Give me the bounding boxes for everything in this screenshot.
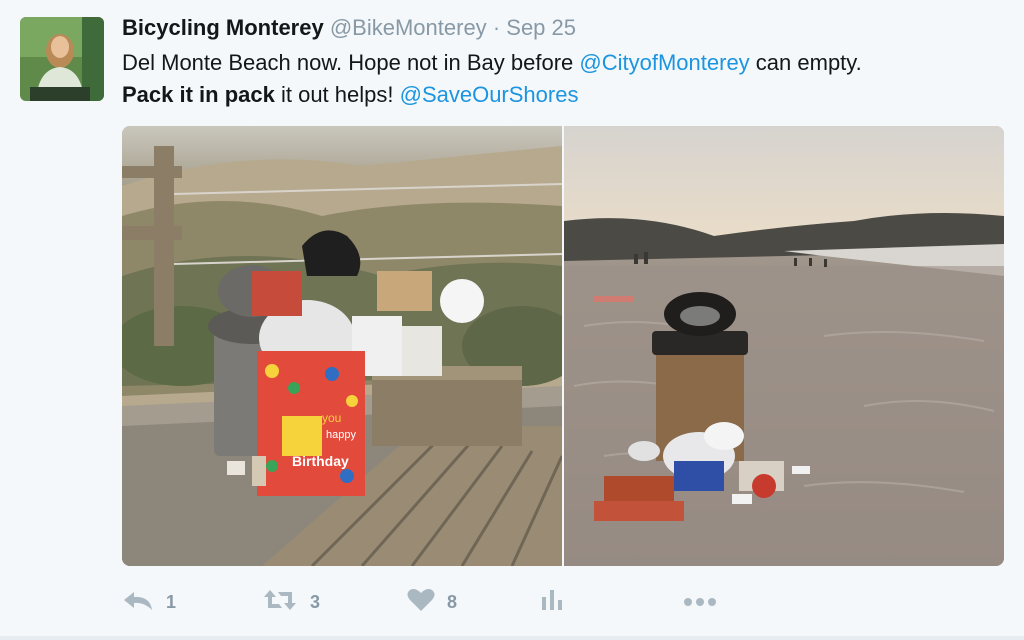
tweet-bold-text: Pack it in pack (122, 82, 275, 107)
heart-icon (407, 588, 435, 617)
like-count: 8 (447, 591, 458, 612)
reply-count: 1 (166, 591, 177, 612)
photo-1-image: you happy Birthday (122, 126, 562, 566)
author-handle[interactable]: @BikeMonterey (330, 15, 487, 40)
reply-icon (122, 588, 154, 617)
retweet-icon (262, 588, 298, 617)
photo-trash-can-beach[interactable] (564, 126, 1004, 566)
author-name[interactable]: Bicycling Monterey (122, 15, 324, 40)
tweet-line-1: Del Monte Beach now. Hope not in Bay bef… (122, 47, 1002, 79)
bag-text-you: you (322, 411, 341, 425)
avatar[interactable] (20, 17, 104, 101)
tweet-text-segment: it out helps! (274, 82, 400, 107)
bag-text-happy: happy (326, 429, 356, 441)
tweet-text-segment: can empty. (749, 50, 862, 75)
tweet-header: Bicycling Monterey @BikeMonterey · Sep 2… (122, 14, 576, 42)
bar-chart-icon (540, 588, 564, 617)
like-button[interactable]: 8 (407, 584, 457, 620)
mention-link[interactable]: @SaveOurShores (400, 82, 579, 107)
retweet-count: 3 (310, 591, 321, 612)
photo-trash-can-boardwalk[interactable]: you happy Birthday (122, 126, 562, 566)
reply-button[interactable]: 1 (122, 584, 176, 620)
separator-dot: · (492, 15, 501, 40)
photo-2-image (564, 126, 1004, 566)
tweet-actions: 1 3 8 (122, 584, 1002, 620)
avatar-image (20, 17, 104, 101)
tweet-date[interactable]: Sep 25 (506, 15, 576, 40)
tweet-line-2: Pack it in pack it out helps! @SaveOurSh… (122, 79, 1002, 111)
tweet-text-segment: Del Monte Beach now. Hope not in Bay bef… (122, 50, 580, 75)
tweet-text: Del Monte Beach now. Hope not in Bay bef… (122, 47, 1002, 111)
tweet-media: you happy Birthday (122, 126, 1004, 566)
divider (0, 636, 1024, 640)
mention-link[interactable]: @CityofMonterey (579, 50, 749, 75)
retweet-button[interactable]: 3 (262, 584, 320, 620)
analytics-button[interactable] (540, 584, 564, 620)
more-dots-icon (682, 592, 718, 613)
bag-text-birthday: Birthday (292, 453, 349, 469)
more-options-button[interactable] (682, 584, 718, 620)
